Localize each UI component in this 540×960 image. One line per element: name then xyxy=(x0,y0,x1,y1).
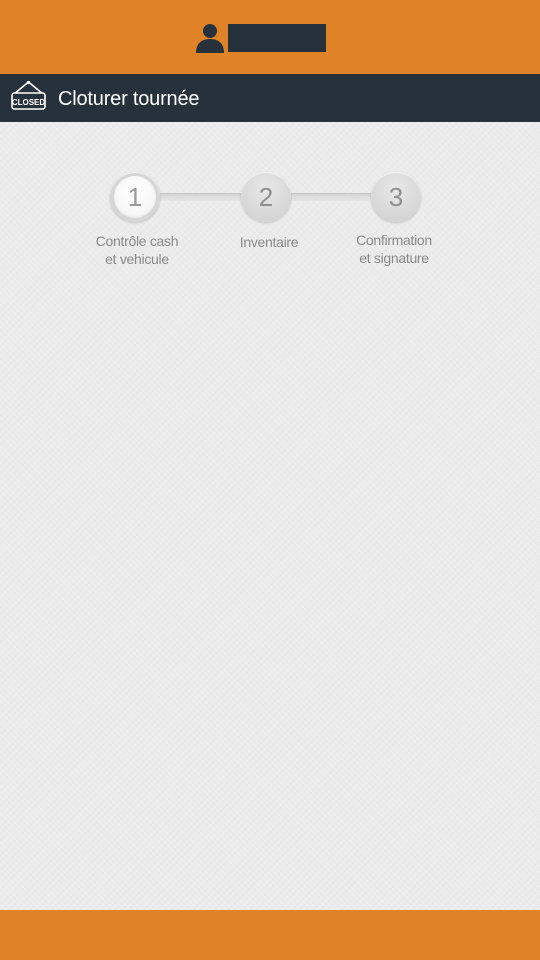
step-connector-1-2 xyxy=(150,193,254,201)
user-icon[interactable] xyxy=(195,22,227,54)
step-3[interactable]: 3 xyxy=(371,172,421,222)
step-2-label: Inventaire xyxy=(209,233,329,251)
step-2[interactable]: 2 xyxy=(241,172,291,222)
step-3-label: Confirmation et signature xyxy=(334,231,454,267)
step-3-number: 3 xyxy=(388,182,404,212)
user-name-field[interactable] xyxy=(228,24,326,52)
closed-sign-text: CLOSED xyxy=(12,98,46,107)
bottom-bar xyxy=(0,910,540,960)
step-1-label-line1: Contrôle cash xyxy=(95,233,179,249)
step-2-label-line1: Inventaire xyxy=(239,234,299,250)
step-connector-2-3 xyxy=(280,193,384,201)
step-1-label: Contrôle cash et vehicule xyxy=(77,232,197,268)
page-title: Cloturer tournée xyxy=(58,88,200,110)
step-1-label-line2: et vehicule xyxy=(105,251,169,267)
step-2-number: 2 xyxy=(258,182,274,212)
step-1-number: 1 xyxy=(127,182,143,212)
step-3-label-line2: et signature xyxy=(359,250,429,266)
step-3-label-line1: Confirmation xyxy=(356,232,432,248)
step-1[interactable]: 1 xyxy=(110,172,160,222)
closed-sign-icon: CLOSED xyxy=(11,80,46,110)
